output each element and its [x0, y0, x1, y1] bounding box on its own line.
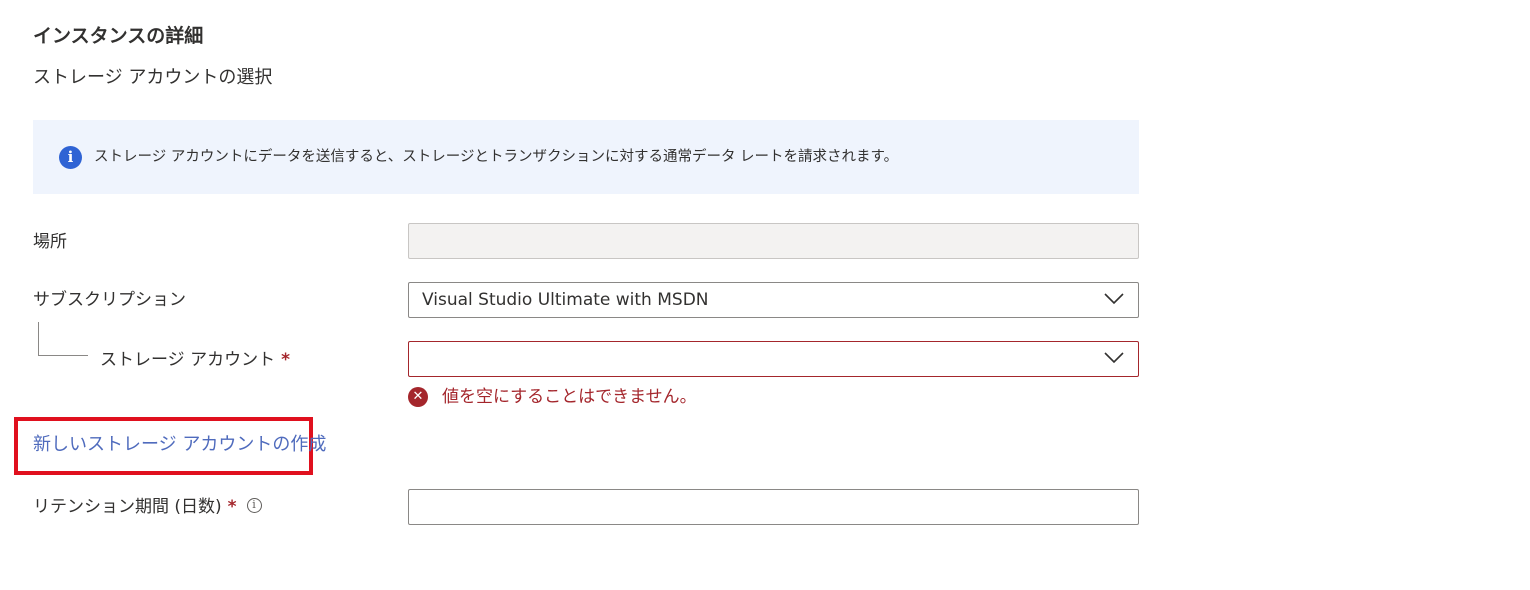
- info-banner: i ストレージ アカウントにデータを送信すると、ストレージとトランザクションに対…: [33, 120, 1139, 194]
- error-message: 値を空にすることはできません。: [442, 387, 697, 407]
- subscription-label: サブスクリプション: [33, 290, 186, 310]
- retention-label: リテンション期間 (日数) * i: [33, 494, 262, 520]
- subsection-title: ストレージ アカウントの選択: [33, 67, 273, 88]
- info-banner-text: ストレージ アカウントにデータを送信すると、ストレージとトランザクションに対する…: [94, 149, 899, 165]
- chevron-down-icon: [1104, 293, 1124, 305]
- chevron-down-icon: [1104, 352, 1124, 364]
- storage-account-dropdown[interactable]: [408, 341, 1139, 377]
- required-asterisk: *: [227, 497, 237, 517]
- create-storage-account-link[interactable]: 新しいストレージ アカウントの作成: [33, 431, 326, 459]
- retention-days-input[interactable]: [408, 489, 1139, 525]
- storage-account-label: ストレージ アカウント *: [100, 347, 290, 373]
- storage-account-label-text: ストレージ アカウント: [100, 350, 276, 370]
- subscription-dropdown[interactable]: Visual Studio Ultimate with MSDN: [408, 282, 1139, 318]
- required-asterisk: *: [281, 350, 290, 370]
- info-icon: i: [59, 146, 82, 169]
- tree-connector-vertical: [38, 322, 39, 355]
- tree-connector-horizontal: [38, 355, 88, 356]
- location-label: 場所: [33, 232, 67, 252]
- info-icon[interactable]: i: [246, 497, 262, 513]
- retention-label-text: リテンション期間 (日数): [33, 497, 222, 517]
- subscription-value: Visual Studio Ultimate with MSDN: [422, 290, 709, 310]
- section-title: インスタンスの詳細: [33, 25, 204, 47]
- error-icon: ✕: [408, 387, 428, 407]
- location-field: [408, 223, 1139, 259]
